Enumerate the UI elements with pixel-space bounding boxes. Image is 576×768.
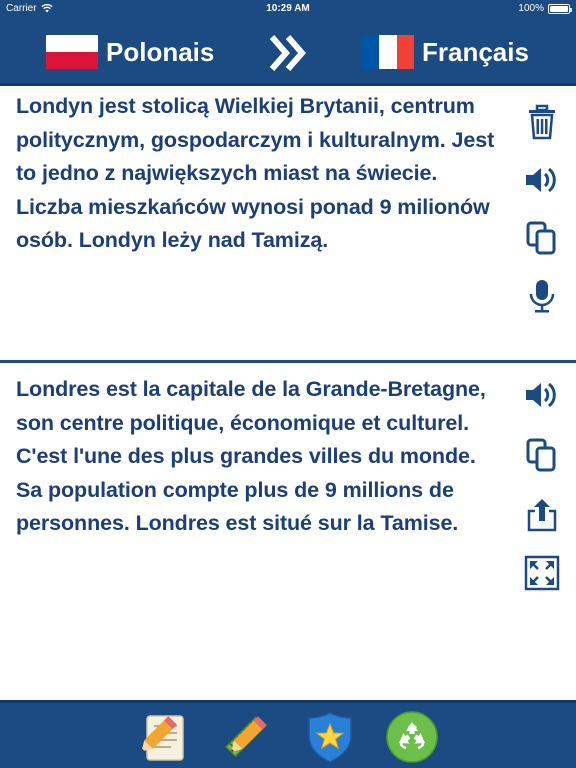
source-text[interactable]: Londyn jest stolicą Wielkiej Brytanii, c… bbox=[16, 90, 506, 258]
source-text-panel: Londyn jest stolicą Wielkiej Brytanii, c… bbox=[0, 88, 576, 360]
notes-tab[interactable] bbox=[136, 709, 192, 765]
copy-source-button[interactable] bbox=[522, 218, 562, 258]
battery-status: 100% bbox=[518, 3, 572, 14]
copy-icon bbox=[526, 438, 556, 472]
speak-source-button[interactable] bbox=[522, 160, 562, 200]
history-tab[interactable] bbox=[384, 709, 440, 765]
speaker-icon bbox=[526, 382, 556, 408]
battery-icon bbox=[548, 3, 572, 14]
source-language-selector[interactable]: Polonais bbox=[46, 35, 214, 69]
delete-button[interactable] bbox=[522, 102, 562, 142]
france-flag-icon bbox=[362, 35, 414, 69]
bottom-toolbar bbox=[0, 700, 576, 768]
dictate-button[interactable] bbox=[522, 276, 562, 316]
poland-flag-icon bbox=[46, 35, 98, 69]
battery-percentage: 100% bbox=[518, 3, 544, 14]
translation-panel: Londres est la capitale de la Grande-Bre… bbox=[0, 363, 576, 700]
copy-translation-button[interactable] bbox=[522, 435, 562, 475]
fullscreen-icon bbox=[524, 555, 560, 591]
star-shield-icon bbox=[308, 712, 352, 763]
fullscreen-button[interactable] bbox=[522, 553, 562, 593]
speaker-icon bbox=[526, 167, 556, 193]
tools-tab[interactable] bbox=[218, 709, 274, 765]
speak-translation-button[interactable] bbox=[522, 375, 562, 415]
language-header: Polonais Français bbox=[0, 18, 576, 86]
target-language-selector[interactable]: Français bbox=[362, 35, 529, 69]
translated-text[interactable]: Londres est la capitale de la Grande-Bre… bbox=[16, 373, 506, 541]
trash-icon bbox=[529, 104, 555, 140]
share-translation-button[interactable] bbox=[522, 495, 562, 535]
clock: 10:29 AM bbox=[266, 3, 310, 14]
favorites-tab[interactable] bbox=[302, 709, 358, 765]
copy-icon bbox=[526, 221, 556, 255]
pencil-ruler-icon bbox=[225, 716, 267, 758]
target-language-label: Français bbox=[422, 36, 529, 67]
source-language-label: Polonais bbox=[106, 36, 215, 67]
swap-languages-button[interactable] bbox=[268, 34, 308, 72]
microphone-icon bbox=[529, 280, 555, 313]
notepad-icon bbox=[141, 715, 184, 761]
double-chevron-right-icon bbox=[269, 35, 306, 71]
recycle-icon bbox=[386, 711, 438, 763]
status-bar: Carrier 10:29 AM 100% bbox=[0, 0, 576, 18]
share-icon bbox=[527, 499, 557, 532]
